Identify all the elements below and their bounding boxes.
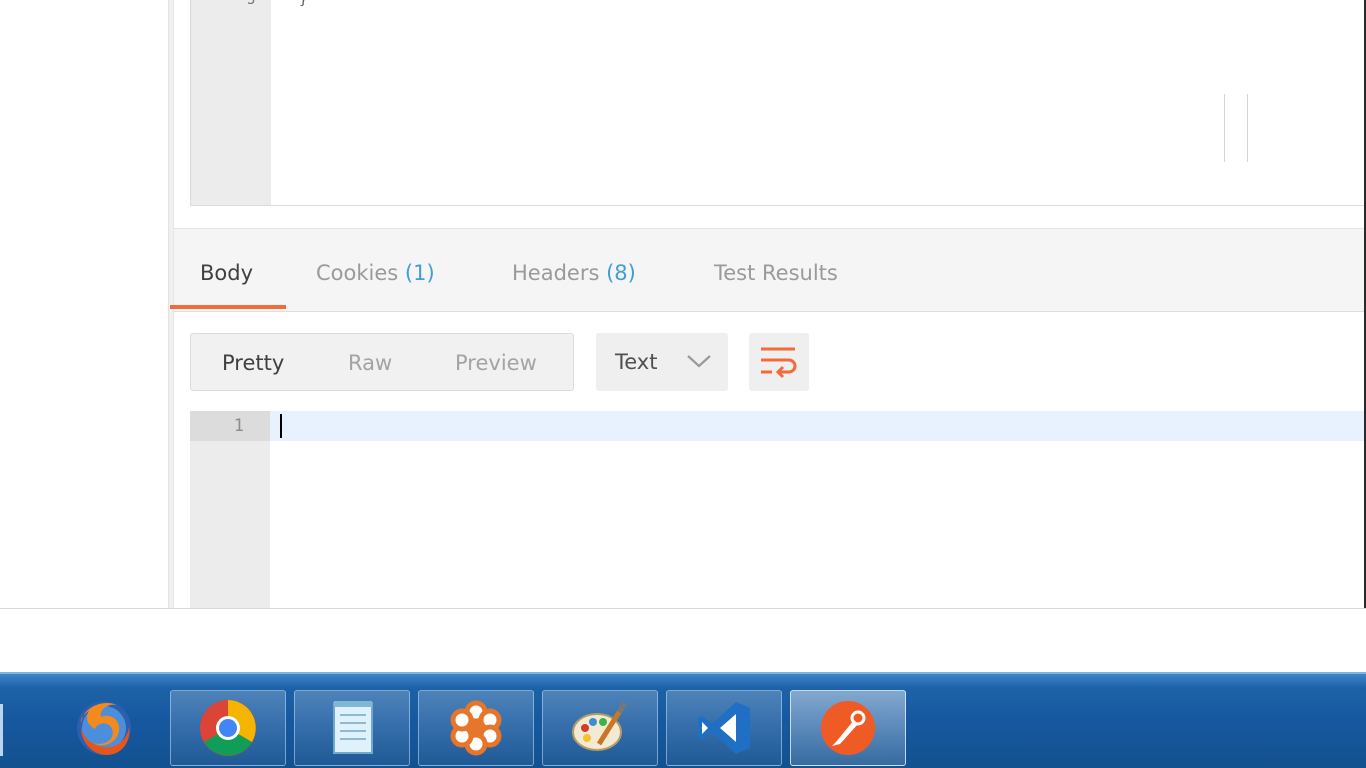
status-bar xyxy=(0,608,1366,673)
request-body-editor[interactable]: 5 } xyxy=(190,0,1366,206)
preview-button[interactable]: Preview xyxy=(455,351,537,375)
sidebar-panel xyxy=(0,0,168,608)
view-mode-toggle: Pretty Raw Preview xyxy=(190,333,574,391)
response-body-editor[interactable]: 1 xyxy=(190,411,1366,609)
pretty-button[interactable]: Pretty xyxy=(222,351,284,375)
taskbar-paint[interactable] xyxy=(542,690,658,766)
chevron-down-icon xyxy=(687,355,711,368)
wrap-lines-button[interactable] xyxy=(749,333,809,391)
chrome-icon xyxy=(200,700,256,756)
taskbar-firefox[interactable] xyxy=(46,690,162,766)
paint-icon xyxy=(572,701,628,751)
editor-resize-mark[interactable] xyxy=(1224,94,1225,162)
taskbar-flower-app[interactable] xyxy=(418,690,534,766)
tab-test-results[interactable]: Test Results xyxy=(714,261,838,285)
firefox-icon xyxy=(77,701,131,755)
raw-button[interactable]: Raw xyxy=(348,351,392,375)
response-panel: Body Cookies (1) Headers (8) Test Result… xyxy=(170,228,1366,609)
request-line-number: 5 xyxy=(247,0,256,8)
tab-cookies[interactable]: Cookies (1) xyxy=(316,261,435,285)
response-tabs: Body Cookies (1) Headers (8) Test Result… xyxy=(170,229,1366,312)
taskbar-notepad[interactable] xyxy=(294,690,410,766)
tab-count-badge: (1) xyxy=(404,261,435,285)
text-caret xyxy=(280,414,282,438)
active-tab-indicator xyxy=(170,305,286,309)
postman-icon xyxy=(821,701,875,755)
tab-label: Headers xyxy=(512,261,600,285)
format-select[interactable]: Text xyxy=(596,333,728,391)
active-line-highlight xyxy=(190,411,1366,441)
vscode-icon xyxy=(698,702,750,754)
notepad-icon xyxy=(333,701,373,754)
tab-count-badge: (8) xyxy=(606,261,636,285)
format-select-value: Text xyxy=(615,350,658,374)
taskbar-postman[interactable] xyxy=(790,690,906,766)
request-builder: 5 } Body Cookies (1) Headers (8) Test Re… xyxy=(170,0,1366,609)
tab-label: Test Results xyxy=(714,261,838,285)
line-number: 1 xyxy=(233,416,244,436)
tab-headers[interactable]: Headers (8) xyxy=(512,261,636,285)
request-editor-gutter: 5 xyxy=(191,0,271,205)
flower-app-icon xyxy=(450,700,502,756)
tab-body[interactable]: Body xyxy=(200,261,253,285)
taskbar xyxy=(0,672,1366,768)
request-code-text: } xyxy=(299,0,308,8)
tab-label: Body xyxy=(200,261,254,285)
taskbar-vscode[interactable] xyxy=(666,690,782,766)
start-button-edge[interactable] xyxy=(0,704,3,756)
editor-resize-mark[interactable] xyxy=(1247,94,1248,162)
wrap-lines-icon xyxy=(761,347,797,379)
taskbar-chrome[interactable] xyxy=(170,690,286,766)
tab-label: Cookies xyxy=(316,261,399,285)
